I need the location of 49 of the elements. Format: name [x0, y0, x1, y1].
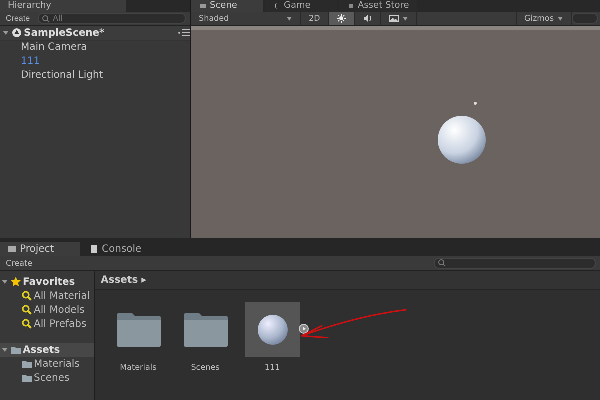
hierarchy-item[interactable]: 111: [0, 55, 190, 69]
sidebar-item[interactable]: All Models: [34, 304, 85, 316]
search-icon: [22, 305, 32, 315]
search-icon: [42, 15, 50, 23]
search-icon: [22, 291, 32, 301]
image-icon: [389, 14, 400, 23]
shading-dropdown[interactable]: Shaded: [191, 12, 301, 25]
create-dropdown[interactable]: Create: [4, 14, 32, 23]
sidebar-item[interactable]: Assets: [23, 344, 60, 356]
asset-label: 111: [264, 363, 280, 372]
create-dropdown[interactable]: Create: [4, 258, 35, 268]
scene-tab[interactable]: Scene: [191, 0, 263, 12]
speaker-icon: [363, 14, 372, 23]
asset-label: Scenes: [191, 363, 220, 372]
store-tab-icon: [347, 2, 355, 10]
asset-tile[interactable]: [245, 302, 300, 357]
hierarchy-item[interactable]: Main Camera: [0, 41, 190, 55]
search-field[interactable]: [572, 13, 598, 24]
sphere-drawing: [438, 116, 486, 164]
asset-label: Materials: [120, 363, 157, 372]
hierarchy-item[interactable]: Directional Light: [0, 69, 190, 83]
play-icon[interactable]: [299, 324, 309, 334]
sidebar-item[interactable]: Scenes: [34, 372, 70, 384]
sidebar-item[interactable]: Favorites: [23, 276, 76, 288]
caret-icon: [403, 16, 408, 20]
caret-icon: [558, 16, 563, 20]
scene-tab-icon: [199, 2, 207, 10]
console-tab-icon: [90, 245, 98, 253]
folder-icon: [114, 312, 162, 348]
panel-menu-icon: [178, 29, 190, 37]
sidebar-item[interactable]: Materials: [34, 358, 80, 370]
caret-icon: [287, 16, 292, 20]
breadcrumb[interactable]: Assets ▸: [95, 271, 600, 290]
sidebar-item[interactable]: All Prefabs: [34, 318, 87, 330]
sidebar-item[interactable]: All Material: [34, 290, 90, 302]
project-tab-icon: [8, 245, 16, 253]
gizmos-dropdown[interactable]: Gizmos: [516, 12, 572, 25]
project-tab[interactable]: Project: [0, 242, 80, 256]
folder-icon: [182, 312, 230, 348]
search-icon: [438, 258, 446, 266]
sun-icon: [337, 14, 346, 23]
sun-toggle[interactable]: [329, 12, 356, 25]
hierarchy-tab[interactable]: Hierarchy: [0, 0, 126, 12]
light-point-icon: [474, 102, 477, 105]
search-field[interactable]: [434, 258, 596, 268]
sphere-icon: [256, 314, 288, 346]
search-field[interactable]: All: [38, 13, 186, 24]
search-icon: [22, 319, 32, 329]
star-icon: [11, 277, 21, 287]
